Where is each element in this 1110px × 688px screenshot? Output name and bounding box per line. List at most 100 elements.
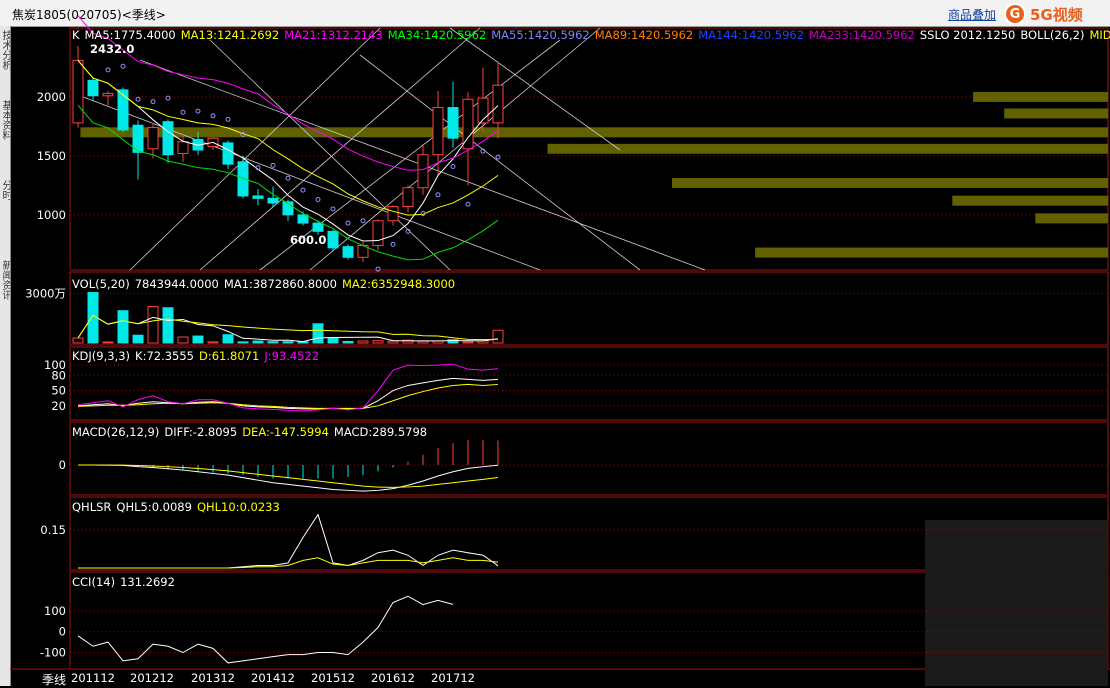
x-tick-label: 201312 [191, 671, 235, 685]
volume-profile-bar [547, 143, 1108, 154]
sar-dot [465, 201, 471, 207]
kdj-d-line [77, 383, 499, 409]
candle-body [72, 59, 84, 124]
volume-bar [117, 310, 129, 344]
volume-profile-bar [672, 178, 1108, 189]
volume-bar [387, 340, 399, 344]
volume-profile-bar [973, 91, 1108, 102]
candle-body [267, 197, 279, 204]
legend-value-main: MA5:1775.4000 [85, 28, 176, 42]
legend-layer: K MA5:1775.4000 MA13:1241.2692 MA21:1312.21… [72, 28, 1110, 589]
volume-bar [492, 329, 504, 344]
candle-body [252, 195, 264, 199]
volume-bar [132, 334, 144, 344]
volume-bar [162, 307, 174, 344]
high-price-label: 2432.0 [90, 42, 134, 56]
candle-body [387, 206, 399, 222]
volume-bar [102, 341, 114, 344]
sar-dot [195, 108, 201, 114]
legend-qhlsr: QHLSR QHL5:0.0089 QHL10:0.0233 [72, 500, 280, 514]
chart-canvas[interactable]: 2000 1500 1000 2432.0 600.0 3000万 100 80 5020 0 0.… [0, 0, 1110, 686]
volume-bar [342, 341, 354, 344]
volume-bar [237, 341, 249, 344]
volume-bar [177, 336, 189, 344]
volume-bar [282, 341, 294, 344]
x-tick-label: 201412 [251, 671, 295, 685]
legend-label-kdj: KDJ(9,3,3) [72, 349, 130, 363]
candle-body [162, 121, 174, 156]
legend-value-main: MA233:1420.5962 [809, 28, 915, 42]
x-tick-label: 201512 [311, 671, 355, 685]
volume-bar [192, 335, 204, 344]
candle-body [327, 230, 339, 249]
volume-bar [252, 340, 264, 344]
series-layer [72, 15, 504, 664]
volume-profile-bar [755, 247, 1108, 258]
volume-bar [312, 323, 324, 344]
legend-value-kdj: J:93.4522 [263, 349, 319, 363]
candle-body [222, 142, 234, 165]
qhl5-line [78, 513, 499, 569]
candle-body [417, 154, 429, 189]
legend-value-main: BOLL(26,2) [1020, 28, 1084, 42]
legend-cci: CCI(14) 131.2692 [72, 575, 175, 589]
sar-dot [390, 241, 396, 247]
sar-dot [165, 95, 171, 101]
main-y-tick: 2000 [37, 90, 66, 104]
volume-bar [267, 341, 279, 344]
volume-bar [357, 340, 369, 344]
candle-body [447, 107, 459, 139]
volume-bar [462, 341, 474, 344]
candle-body [312, 222, 324, 232]
legend-value-main: MA13:1241.2692 [181, 28, 280, 42]
legend-value-qhlsr: QHL5:0.0089 [116, 500, 192, 514]
sar-dot [270, 162, 276, 168]
volume-bar [372, 340, 384, 344]
candle-body [462, 98, 474, 150]
period-label: 季线 [42, 673, 67, 687]
legend-label-vol: VOL(5,20) [72, 277, 130, 291]
x-tick-label: 201712 [431, 671, 475, 685]
legend-macd: MACD(26,12,9) DIFF:-2.8095 DEA:-147.5994 MA… [72, 425, 427, 439]
legend-value-vol: 7843944.0000 [135, 277, 219, 291]
x-axis-labels: 201112 201212 201312 201412 201512 201612 2017… [71, 671, 475, 685]
legend-value-main: MID:1420 [1089, 28, 1110, 42]
sar-dot [135, 96, 141, 102]
volume-bar [417, 340, 429, 344]
legend-value-cci: 131.2692 [120, 575, 175, 589]
legend-value-vol: MA2:6352948.3000 [342, 277, 455, 291]
legend-label-cci: CCI(14) [72, 575, 115, 589]
sar-dot [105, 67, 111, 73]
cci-y-tick: 100 [44, 604, 66, 618]
x-tick-label: 201212 [130, 671, 174, 685]
sar-dot [120, 63, 126, 69]
sar-dot [450, 163, 456, 169]
legend-label-macd: MACD(26,12,9) [72, 425, 159, 439]
kdj-j-line [77, 363, 499, 412]
volume-profile-bar [1004, 108, 1108, 119]
volume-profile-bar [952, 195, 1108, 206]
empty-area [925, 520, 1108, 686]
sar-dot [315, 197, 321, 203]
sar-dot [180, 109, 186, 115]
legend-value-main: MA21:1312.2143 [284, 28, 383, 42]
candle-body [297, 214, 309, 224]
candle-body [177, 141, 189, 155]
legend-value-vol: MA1:3872860.8000 [224, 277, 337, 291]
legend-value-macd: MACD:289.5798 [334, 425, 427, 439]
candle-body [402, 187, 414, 208]
candle-body [492, 84, 504, 124]
legend-value-macd: DIFF:-2.8095 [164, 425, 237, 439]
volume-bar [327, 338, 339, 344]
vol-y-tick: 3000万 [25, 286, 66, 300]
candle-body [102, 92, 114, 97]
legend-label-qhlsr: QHLSR [72, 500, 111, 514]
sar-dot [360, 218, 366, 224]
cci-y-tick: -100 [40, 646, 66, 660]
volume-profile-bar [80, 127, 1108, 138]
legend-value-main: MA34:1420.5962 [388, 28, 487, 42]
macd-y-tick: 0 [59, 458, 66, 472]
sar-dot [330, 206, 336, 212]
kdj-y-tick: 20 [51, 399, 66, 413]
volume-bar [207, 341, 219, 344]
